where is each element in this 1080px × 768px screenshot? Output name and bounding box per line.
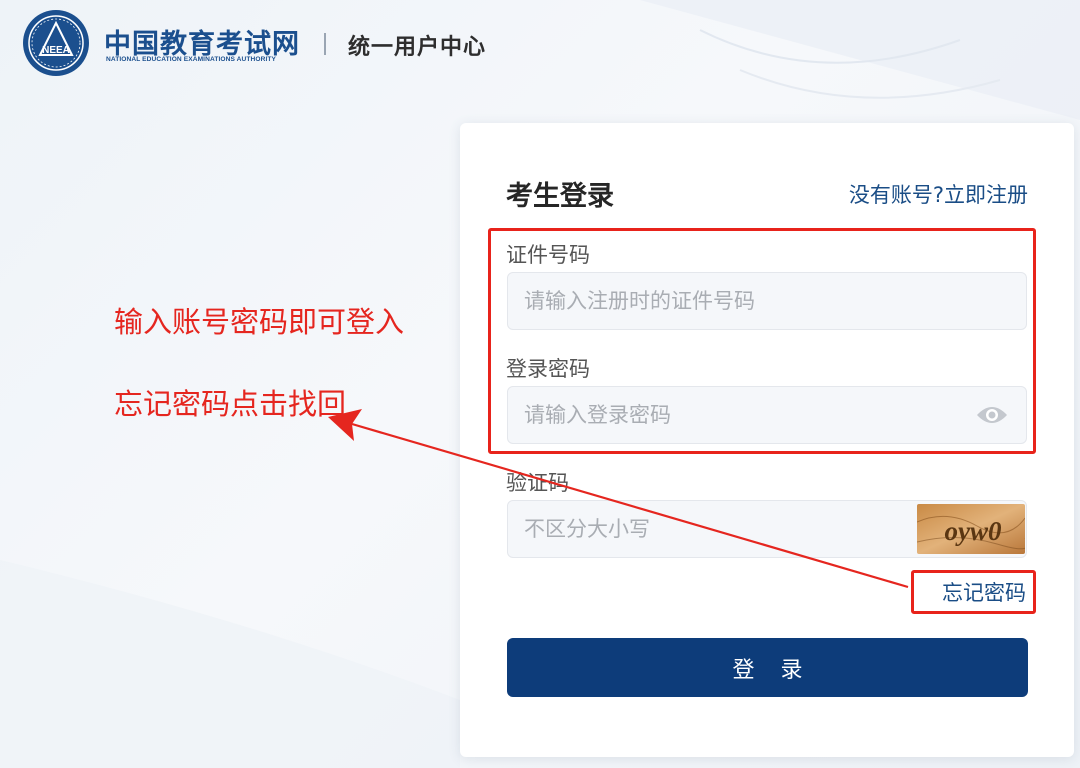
site-header: NEEA 中国教育考试网 NATIONAL EDUCATION EXAMINAT… — [0, 0, 1080, 90]
login-title: 考生登录 — [506, 181, 614, 212]
logo-text: NEEA — [42, 45, 70, 56]
user-center-title: 统一用户中心 — [348, 35, 487, 60]
neea-logo[interactable]: NEEA — [22, 9, 90, 77]
password-label: 登录密码 — [506, 357, 590, 381]
login-button[interactable]: 登录 — [507, 638, 1028, 697]
id-number-label: 证件号码 — [506, 243, 590, 267]
eye-icon[interactable] — [976, 403, 1008, 427]
captcha-label: 验证码 — [506, 471, 569, 495]
register-link[interactable]: 没有账号?立即注册 — [849, 179, 1028, 209]
captcha-text: oyw0 — [945, 516, 1002, 546]
password-input[interactable] — [507, 386, 1027, 444]
header-divider — [324, 33, 326, 55]
captcha-image[interactable]: oyw0 — [917, 504, 1025, 554]
id-number-input[interactable] — [507, 272, 1027, 330]
annotation-login-hint: 输入账号密码即可登入 — [114, 305, 405, 339]
forgot-password-link[interactable]: 忘记密码 — [942, 577, 1026, 607]
brand-name-en: NATIONAL EDUCATION EXAMINATIONS AUTHORIT… — [106, 56, 277, 63]
login-card: 考生登录 没有账号?立即注册 证件号码 登录密码 验证码 oyw0 忘记密码 登… — [460, 123, 1074, 757]
annotation-forgot-hint: 忘记密码点击找回 — [114, 387, 347, 421]
